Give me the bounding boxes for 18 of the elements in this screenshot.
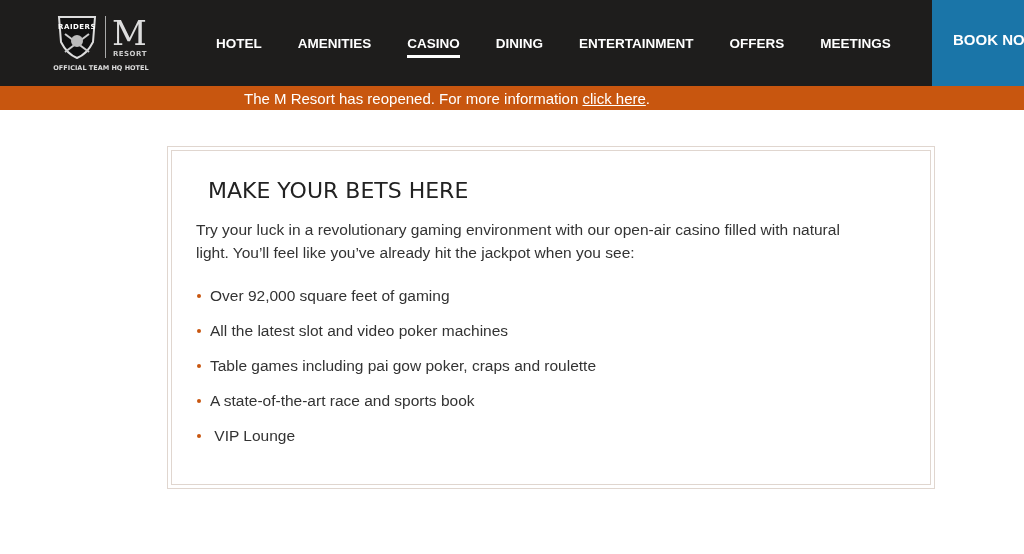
intro-paragraph: Try your luck in a revolutionary gaming environment with our open-air casino filled with natural light. You’ll feel like you’ve already hit the jackpot when you see:	[196, 220, 841, 263]
nav-link[interactable]: CASINO	[407, 31, 460, 58]
nav-link[interactable]: HOTEL	[216, 31, 262, 58]
logo-letter: M	[112, 16, 147, 50]
book-button[interactable]: BOOK NO	[932, 0, 1024, 86]
list-item: VIP Lounge	[213, 426, 296, 445]
section-heading: MAKE YOUR BETS HERE	[208, 178, 470, 203]
nav-link[interactable]: DINING	[495, 31, 544, 58]
info-link[interactable]: click here	[582, 89, 646, 107]
announcement-text: The M Resort has reopened. For more information click here.	[244, 89, 651, 107]
list-item: A state-of-the-art race and sports book	[210, 391, 475, 410]
list-item: All the latest slot and video poker machines	[210, 321, 509, 340]
nav-link[interactable]: MEETINGS	[820, 31, 891, 58]
list-item: Table games including pai gow poker, craps and roulette	[210, 356, 597, 375]
nav-link[interactable]: AMENITIES	[297, 31, 372, 58]
nav-link[interactable]: OFFERS	[729, 31, 785, 58]
nav-link[interactable]: ENTERTAINMENT	[579, 31, 694, 58]
list-item: Over 92,000 square feet of gaming	[210, 286, 450, 305]
